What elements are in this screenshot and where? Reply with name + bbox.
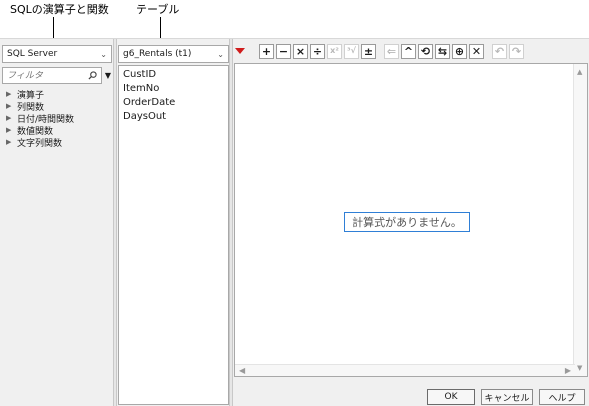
- function-tree: ▶ 演算子 ▶ 列関数 ▶ 日付/時間関数 ▶ 数値関数 ▶ 文字列関数: [6, 88, 74, 149]
- tree-item-operators[interactable]: ▶ 演算子: [6, 88, 74, 101]
- formula-panel: + − × ÷ x² ³√ ± ⇐ ^ ⟲ ⇆ ⊕ ✕ ↶ ↷ 計算式がありませ…: [234, 41, 588, 405]
- power-button[interactable]: x²: [327, 43, 342, 59]
- panel-splitter-left[interactable]: [113, 39, 117, 406]
- delete-button[interactable]: ✕: [469, 43, 484, 59]
- column-item-itemno[interactable]: ItemNo: [123, 83, 224, 97]
- scroll-down-icon[interactable]: ▼: [577, 364, 582, 372]
- chevron-down-icon: ⌄: [217, 49, 224, 59]
- search-icon: [88, 71, 97, 80]
- chevron-down-icon: ⌄: [100, 49, 107, 59]
- callout-table: テーブル: [136, 3, 180, 16]
- assign-button[interactable]: ⇐: [384, 43, 399, 59]
- functions-panel: SQL Server ⌄ ▼ ▶演算子 ▶列関数 ▶日付/時間関数 ▶数値関数 …: [2, 43, 113, 405]
- table-panel: g6_Rentals (t1) ⌄ CustID ItemNo OrderDat…: [118, 43, 229, 405]
- root-button[interactable]: ³√: [344, 43, 359, 59]
- scroll-up-icon[interactable]: ▲: [577, 68, 582, 76]
- filter-field[interactable]: [2, 67, 102, 84]
- undo-button[interactable]: ↶: [492, 43, 507, 59]
- filter-dropdown-button[interactable]: ▼: [103, 67, 113, 84]
- formula-editor-dialog: SQL Server ⌄ ▼ ▶演算子 ▶列関数 ▶日付/時間関数 ▶数値関数 …: [0, 38, 589, 406]
- plus-button[interactable]: +: [259, 43, 274, 59]
- tree-item-column-functions[interactable]: ▶ 列関数: [6, 100, 74, 113]
- plus-minus-button[interactable]: ±: [361, 43, 376, 59]
- cancel-button[interactable]: キャンセル: [481, 389, 533, 405]
- table-select-value: g6_Rentals (t1): [123, 49, 192, 59]
- vertical-scrollbar[interactable]: ▲ ▼: [573, 64, 587, 376]
- expand-icon: ▶: [6, 102, 12, 110]
- dialog-button-row: OK キャンセル ヘルプ: [421, 389, 585, 405]
- minus-button[interactable]: −: [276, 43, 291, 59]
- filter-input[interactable]: [7, 70, 77, 81]
- horizontal-scrollbar[interactable]: ◀ ▶: [235, 364, 575, 376]
- empty-formula-message[interactable]: 計算式がありません。: [344, 212, 470, 232]
- sql-dialect-select[interactable]: SQL Server ⌄: [2, 45, 112, 63]
- peel-button[interactable]: ⟲: [418, 43, 433, 59]
- tree-item-datetime-functions[interactable]: ▶ 日付/時間関数: [6, 112, 74, 125]
- expand-icon: ▶: [6, 114, 12, 122]
- table-select[interactable]: g6_Rentals (t1) ⌄: [118, 45, 229, 63]
- divide-button[interactable]: ÷: [310, 43, 325, 59]
- expand-icon: ▶: [6, 138, 12, 146]
- help-button[interactable]: ヘルプ: [539, 389, 585, 405]
- caret-down-icon: ▼: [104, 71, 112, 80]
- tree-item-string-functions[interactable]: ▶ 文字列関数: [6, 136, 74, 149]
- column-item-daysout[interactable]: DaysOut: [123, 111, 224, 125]
- scroll-left-icon[interactable]: ◀: [239, 366, 245, 375]
- expand-icon: ▶: [6, 90, 12, 98]
- insert-clause-button[interactable]: ^: [401, 43, 416, 59]
- callout-sql-operators: SQLの演算子と関数: [10, 3, 109, 16]
- formula-toolbar: + − × ÷ x² ³√ ± ⇐ ^ ⟲ ⇆ ⊕ ✕ ↶ ↷: [234, 41, 526, 61]
- expand-icon: ▶: [6, 126, 12, 134]
- swap-button[interactable]: ⇆: [435, 43, 450, 59]
- ok-button[interactable]: OK: [427, 389, 475, 405]
- redo-button[interactable]: ↷: [509, 43, 524, 59]
- column-item-custid[interactable]: CustID: [123, 69, 224, 83]
- scroll-right-icon[interactable]: ▶: [565, 366, 571, 375]
- tree-item-numeric-functions[interactable]: ▶ 数値関数: [6, 124, 74, 137]
- formula-editor-area[interactable]: 計算式がありません。 ▲ ▼ ◀ ▶: [234, 63, 588, 377]
- sql-dialect-value: SQL Server: [7, 49, 58, 59]
- panel-splitter-right[interactable]: [229, 39, 233, 406]
- local-button[interactable]: ⊕: [452, 43, 467, 59]
- red-triangle-menu-icon[interactable]: [234, 45, 246, 57]
- column-list: CustID ItemNo OrderDate DaysOut: [118, 65, 229, 405]
- multiply-button[interactable]: ×: [293, 43, 308, 59]
- column-item-orderdate[interactable]: OrderDate: [123, 97, 224, 111]
